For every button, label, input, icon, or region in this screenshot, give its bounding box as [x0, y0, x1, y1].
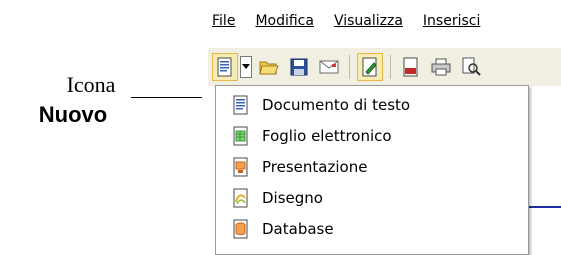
edit-file-icon	[362, 57, 377, 77]
menu-inserisci[interactable]: Inserisci	[412, 13, 489, 29]
menu-item-label: Foglio elettronico	[262, 127, 392, 145]
menu-item-label: Presentazione	[262, 158, 368, 176]
dropdown-arrow-icon	[242, 64, 250, 69]
database-icon	[227, 218, 255, 240]
menu-item-label: Database	[262, 220, 334, 238]
presentation-icon	[227, 156, 255, 178]
drawing-icon	[227, 187, 255, 209]
open-button[interactable]	[256, 53, 282, 81]
menu-item-drawing[interactable]: Disegno	[216, 183, 528, 213]
menu-item-presentation[interactable]: Presentazione	[216, 152, 528, 182]
print-preview-icon	[462, 57, 481, 76]
save-icon	[290, 58, 308, 76]
standard-toolbar	[208, 47, 561, 86]
menu-bar: File Modifica Visualizza Inserisci	[202, 8, 561, 34]
new-document-menu: Documento di testo Foglio elettronico Pr…	[215, 85, 529, 255]
menu-inserisci-label: Inserisci	[422, 13, 481, 29]
edit-file-button[interactable]	[357, 53, 383, 81]
new-dropdown-button[interactable]	[240, 56, 252, 78]
spreadsheet-icon	[227, 125, 255, 147]
menu-item-spreadsheet[interactable]: Foglio elettronico	[216, 121, 528, 151]
menu-visualizza[interactable]: Visualizza	[323, 13, 412, 29]
menu-item-text-document[interactable]: Documento di testo	[216, 90, 528, 120]
export-pdf-button[interactable]	[398, 53, 424, 81]
toolbar-separator	[349, 55, 350, 79]
email-icon	[319, 60, 339, 74]
print-button[interactable]	[428, 53, 454, 81]
toolbar-separator	[390, 55, 391, 79]
menu-file[interactable]: File	[202, 13, 244, 29]
menu-visualizza-label: Visualizza	[333, 13, 403, 29]
new-document-button[interactable]	[212, 53, 238, 81]
print-preview-button[interactable]	[458, 53, 484, 81]
menu-item-database[interactable]: Database	[216, 214, 528, 244]
menu-modifica[interactable]: Modifica	[244, 13, 323, 29]
menu-modifica-label: Modifica	[255, 13, 314, 29]
menu-item-label: Disegno	[262, 189, 323, 207]
menu-file-label: File	[212, 13, 236, 29]
email-button[interactable]	[316, 53, 342, 81]
callout-strong-label: Nuovo	[38, 102, 108, 127]
open-folder-icon	[259, 61, 279, 75]
print-icon	[431, 58, 451, 76]
callout-title: Icona	[66, 72, 116, 97]
save-button[interactable]	[286, 53, 312, 81]
export-pdf-icon	[403, 57, 418, 77]
menu-item-label: Documento di testo	[262, 96, 411, 114]
text-document-icon	[227, 94, 255, 116]
new-document-icon	[217, 57, 232, 77]
